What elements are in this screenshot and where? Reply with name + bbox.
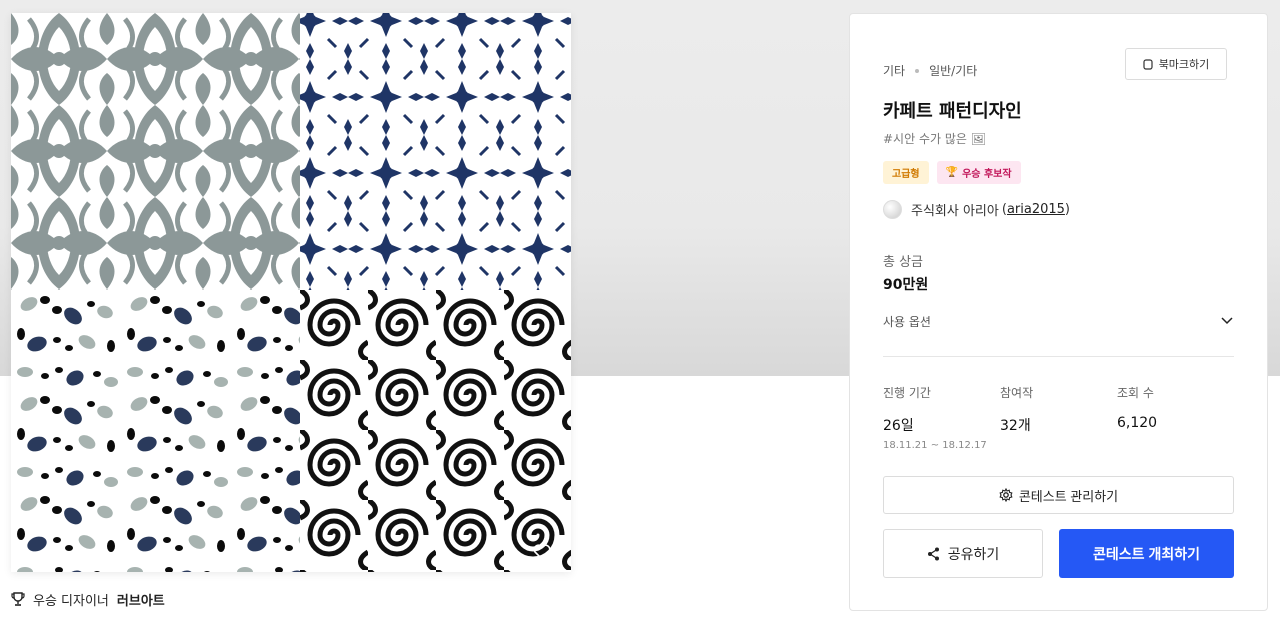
breadcrumb-separator <box>915 68 920 73</box>
stat-entries: 참여작 32개 <box>1000 384 1033 435</box>
total-prize-label: 총 상금 <box>883 255 924 270</box>
grade-badge: 고급형 <box>883 161 929 184</box>
heart-icon <box>533 544 551 560</box>
bookmark-button[interactable]: 북마크하기 <box>1125 48 1227 80</box>
pattern-tile-navy-geometric[interactable] <box>300 13 571 290</box>
stat-duration-range: 18.11.21 ~ 18.12.17 <box>883 440 987 451</box>
breadcrumb-item-category[interactable]: 기타 <box>883 62 905 79</box>
share-label: 공유하기 <box>947 545 1000 562</box>
entry-gallery[interactable]: 1 <box>11 13 571 572</box>
winner-designer: 우승 디자이너 러브아트 <box>11 590 165 609</box>
trophy-icon: 🏆 <box>945 167 959 178</box>
badge-group: 고급형 🏆 우승 후보작 <box>883 161 1021 184</box>
host-company: 주식회사 아리아 <box>911 204 999 219</box>
pattern-tile-grey-nouveau[interactable] <box>11 13 300 290</box>
host-info: 주식회사 아리아(aria2015) <box>883 200 1070 219</box>
prize-candidate-label: 우승 후보작 <box>962 169 1012 180</box>
contest-title: 카페트 패턴디자인 <box>883 101 1022 122</box>
host-username-link[interactable]: aria2015 <box>1007 202 1065 217</box>
like-button[interactable]: 1 <box>533 544 563 560</box>
stat-views-value: 6,120 <box>1117 415 1158 431</box>
stat-duration: 진행 기간 26일 18.11.21 ~ 18.12.17 <box>883 384 987 451</box>
avatar <box>883 200 902 219</box>
manage-contest-label: 콘테스트 관리하기 <box>1018 488 1119 504</box>
share-button[interactable]: 공유하기 <box>883 529 1043 578</box>
host-contest-button[interactable]: 콘테스트 개최하기 <box>1059 529 1234 578</box>
stat-entries-label: 참여작 <box>1000 386 1034 400</box>
prize-candidate-badge: 🏆 우승 후보작 <box>936 161 1021 184</box>
manage-contest-button[interactable]: 콘테스트 관리하기 <box>883 476 1234 514</box>
total-prize-value: 90만원 <box>883 277 929 293</box>
bookmark-icon <box>1143 58 1153 70</box>
chevron-down-icon <box>1221 317 1233 325</box>
divider <box>883 356 1234 357</box>
contest-info-panel: 기타 일반/기타 북마크하기 카페트 패턴디자인 #시안 수가 많은 🖼 고급형… <box>849 13 1268 611</box>
usage-options-label: 사용 옵션 <box>883 314 931 329</box>
stat-duration-label: 진행 기간 <box>883 386 931 400</box>
stat-entries-value: 32개 <box>1000 418 1031 434</box>
contest-tagline: #시안 수가 많은 🖼 <box>883 132 986 146</box>
stat-views-label: 조회 수 <box>1117 386 1154 400</box>
stat-duration-value: 26일 <box>883 418 914 434</box>
bookmark-label: 북마크하기 <box>1158 58 1210 71</box>
share-icon <box>927 547 939 560</box>
pattern-tile-oval-dots[interactable] <box>11 290 300 572</box>
like-count: 1 <box>554 544 563 560</box>
winner-name[interactable]: 러브아트 <box>117 590 165 609</box>
breadcrumb-item-subcategory[interactable]: 일반/기타 <box>929 62 977 79</box>
gear-icon <box>999 488 1013 502</box>
breadcrumb: 기타 일반/기타 <box>883 62 977 79</box>
pattern-tile-bw-swirls[interactable]: 1 <box>300 290 571 572</box>
winner-label: 우승 디자이너 <box>33 594 109 609</box>
usage-options-toggle[interactable]: 사용 옵션 <box>883 312 1233 330</box>
trophy-icon <box>11 592 25 606</box>
host-paren-close: ) <box>1064 202 1070 217</box>
stat-views: 조회 수 6,120 <box>1117 384 1157 431</box>
